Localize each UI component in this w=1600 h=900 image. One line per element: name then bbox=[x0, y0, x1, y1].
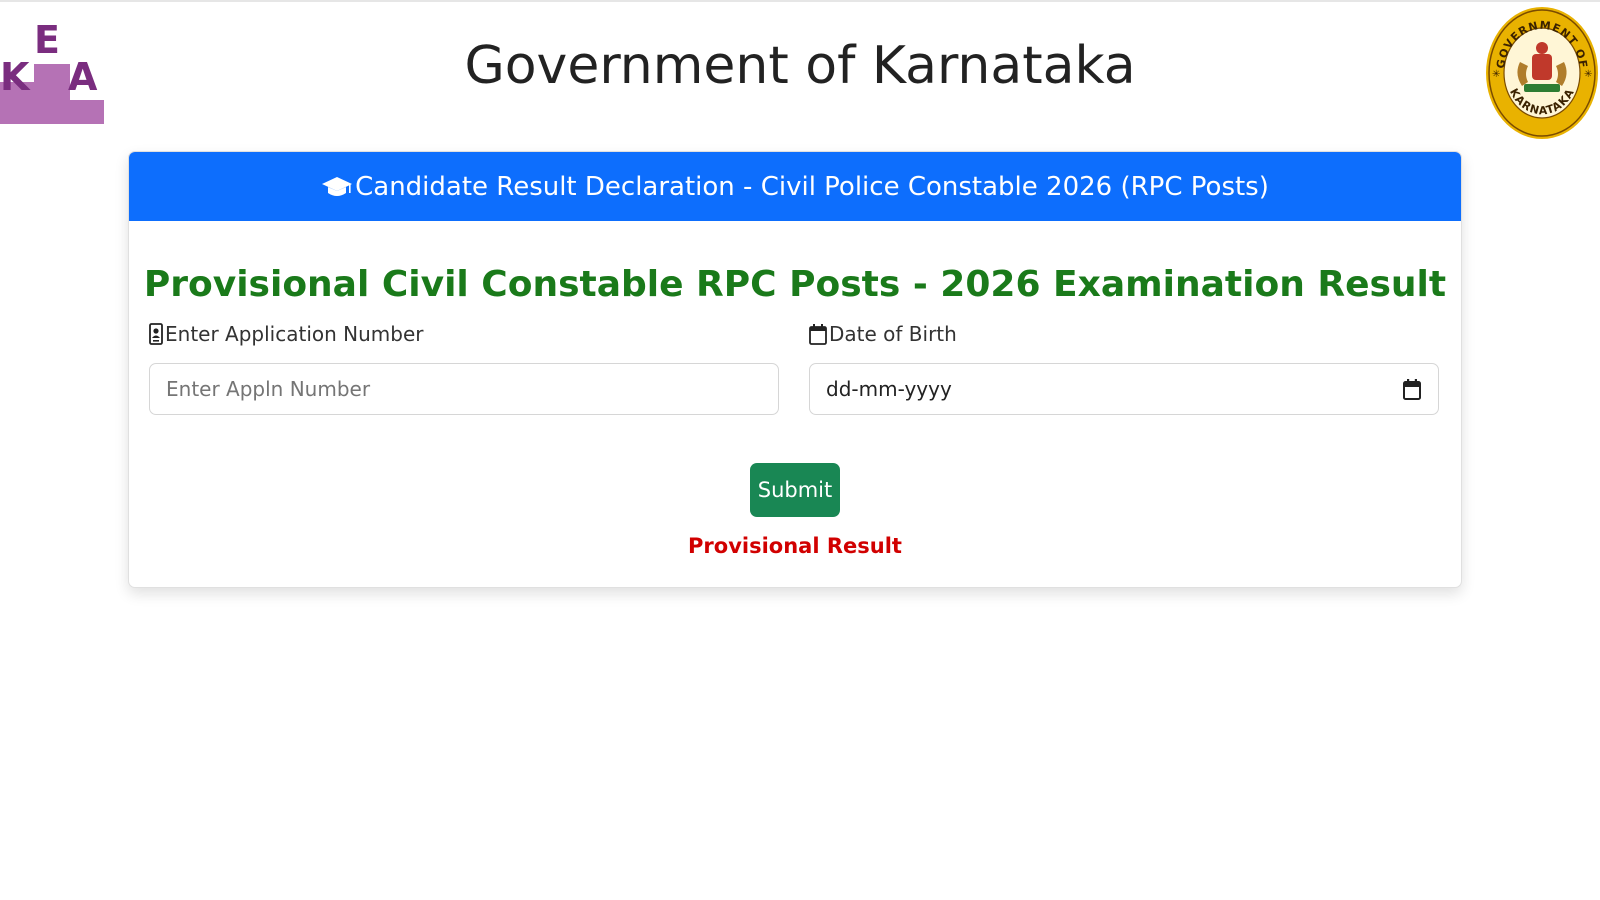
calendar-icon bbox=[809, 324, 827, 345]
dob-input[interactable]: dd-mm-yyyy bbox=[809, 363, 1439, 415]
card-header: Candidate Result Declaration - Civil Pol… bbox=[129, 152, 1461, 221]
id-badge-icon bbox=[149, 323, 163, 345]
application-number-label-text: Enter Application Number bbox=[165, 322, 424, 346]
card-header-text: Candidate Result Declaration - Civil Pol… bbox=[355, 171, 1269, 202]
application-number-input[interactable] bbox=[149, 363, 779, 415]
top-border bbox=[0, 0, 1600, 2]
dob-label-text: Date of Birth bbox=[829, 322, 957, 346]
calendar-icon[interactable] bbox=[1402, 378, 1422, 400]
svg-text:✳: ✳ bbox=[1492, 69, 1500, 80]
submit-button[interactable]: Submit bbox=[750, 463, 840, 517]
application-number-label: Enter Application Number bbox=[149, 322, 424, 346]
result-title: Provisional Civil Constable RPC Posts - … bbox=[143, 264, 1447, 305]
dob-label: Date of Birth bbox=[809, 322, 957, 346]
graduation-cap-icon bbox=[322, 176, 353, 196]
result-card: Candidate Result Declaration - Civil Pol… bbox=[128, 151, 1462, 588]
dob-input-text: dd-mm-yyyy bbox=[826, 377, 952, 401]
page-title: Government of Karnataka bbox=[464, 36, 1136, 96]
logo-step bbox=[0, 100, 104, 124]
karnataka-seal: GOVERNMENT OF KARNATAKA ✳ ✳ bbox=[1486, 7, 1598, 139]
svg-text:✳: ✳ bbox=[1584, 69, 1592, 80]
provisional-result-note: Provisional Result bbox=[688, 534, 902, 558]
